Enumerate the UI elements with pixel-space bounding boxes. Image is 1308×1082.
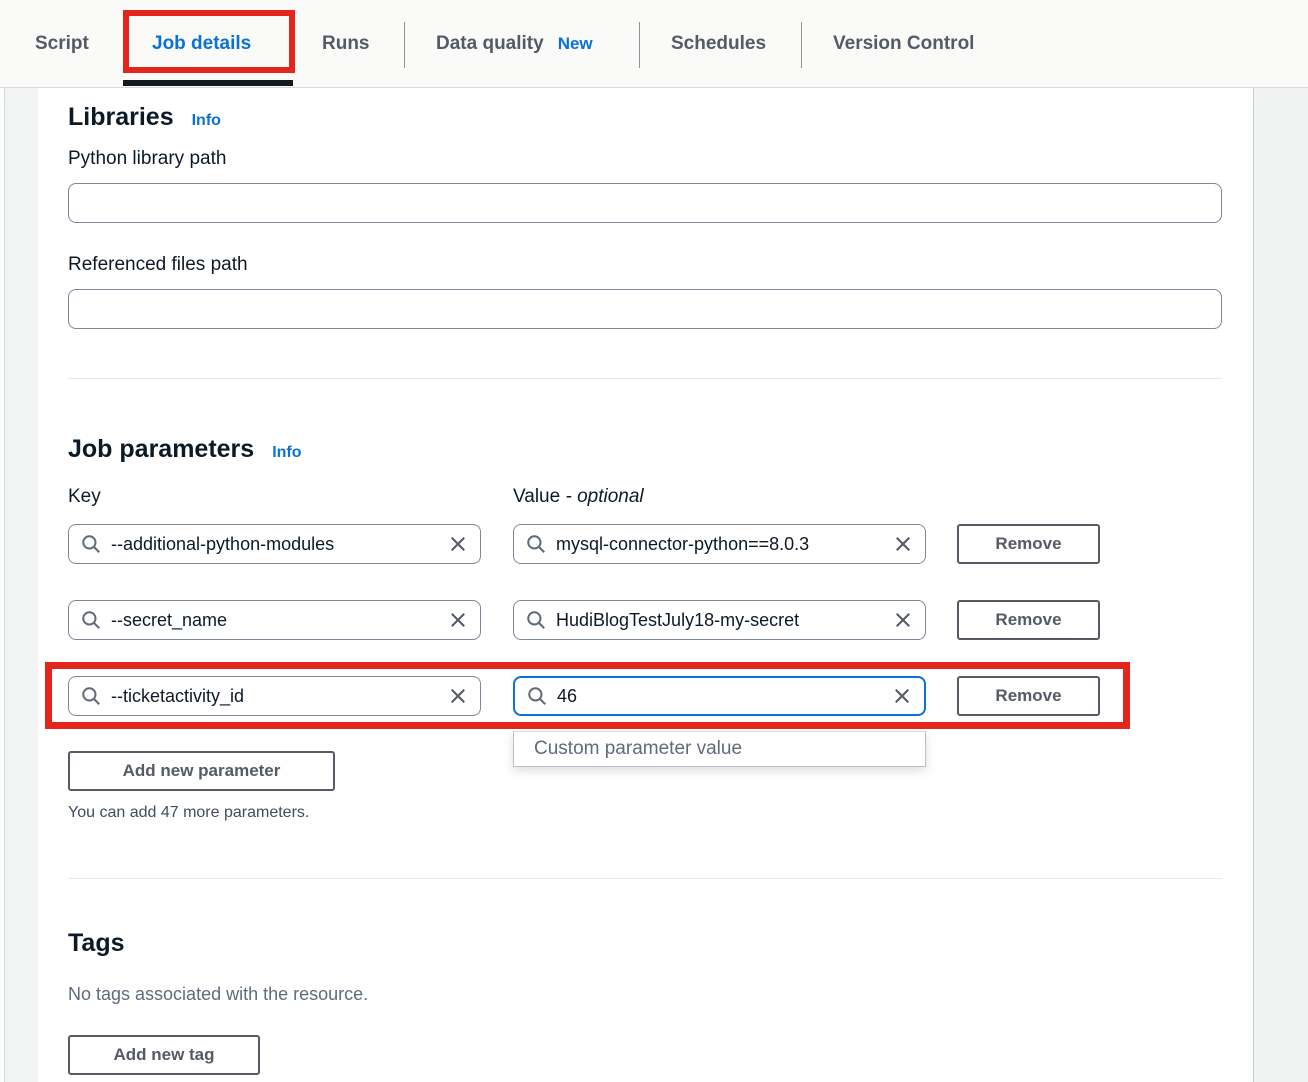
tab-data-quality[interactable]: Data quality New [436, 0, 593, 88]
tab-divider [404, 22, 405, 68]
section-divider [68, 878, 1222, 879]
param-value-input[interactable]: mysql-connector-python==8.0.3 [513, 524, 926, 564]
parameter-value-dropdown-option[interactable]: Custom parameter value [513, 731, 926, 767]
python-library-path-input[interactable] [68, 183, 1222, 223]
remove-parameter-button[interactable]: Remove [957, 600, 1100, 640]
python-library-path-label: Python library path [68, 148, 227, 169]
key-column-header: Key [68, 486, 101, 507]
search-icon [82, 535, 100, 553]
clear-icon[interactable] [448, 686, 468, 706]
section-divider [68, 378, 1222, 379]
clear-icon[interactable] [892, 686, 912, 706]
param-value-input-focused[interactable]: 46 [513, 676, 926, 716]
search-icon [527, 611, 545, 629]
active-tab-underline [123, 80, 293, 86]
job-parameters-info-link[interactable]: Info [272, 444, 301, 462]
left-gutter [4, 88, 39, 1082]
job-details-panel: Libraries Info Python library path Refer… [38, 88, 1253, 1082]
tags-heading: Tags [68, 929, 125, 957]
clear-icon[interactable] [893, 610, 913, 630]
add-new-tag-button[interactable]: Add new tag [68, 1035, 260, 1075]
param-value-input[interactable]: HudiBlogTestJuly18-my-secret [513, 600, 926, 640]
tab-runs[interactable]: Runs [322, 0, 370, 88]
tab-divider [639, 22, 640, 68]
param-key-input[interactable]: --ticketactivity_id [68, 676, 481, 716]
clear-icon[interactable] [448, 534, 468, 554]
param-key-input[interactable]: --secret_name [68, 600, 481, 640]
clear-icon[interactable] [448, 610, 468, 630]
remove-parameter-button[interactable]: Remove [957, 676, 1100, 716]
right-gutter[interactable] [1253, 88, 1308, 1082]
tab-divider [801, 22, 802, 68]
search-icon [82, 687, 100, 705]
tab-job-details[interactable]: Job details [152, 0, 251, 88]
add-new-parameter-button[interactable]: Add new parameter [68, 751, 335, 791]
search-icon [527, 535, 545, 553]
clear-icon[interactable] [893, 534, 913, 554]
libraries-heading: Libraries Info [68, 103, 221, 131]
libraries-info-link[interactable]: Info [192, 112, 221, 130]
search-icon [82, 611, 100, 629]
referenced-files-path-label: Referenced files path [68, 254, 248, 275]
referenced-files-path-input[interactable] [68, 289, 1222, 329]
param-key-input[interactable]: --additional-python-modules [68, 524, 481, 564]
parameters-remaining-note: You can add 47 more parameters. [68, 804, 310, 821]
remove-parameter-button[interactable]: Remove [957, 524, 1100, 564]
search-icon [528, 687, 546, 705]
tab-version-control[interactable]: Version Control [833, 0, 974, 88]
job-parameters-heading: Job parameters Info [68, 435, 302, 463]
glue-job-details-page: Script Job details Runs Data quality New… [0, 0, 1308, 1082]
tab-script[interactable]: Script [35, 0, 89, 88]
new-badge: New [557, 34, 593, 53]
value-column-header: Value - optional [513, 486, 644, 507]
tab-bar: Script Job details Runs Data quality New… [0, 0, 1308, 88]
tab-schedules[interactable]: Schedules [671, 0, 766, 88]
no-tags-text: No tags associated with the resource. [68, 984, 369, 1004]
